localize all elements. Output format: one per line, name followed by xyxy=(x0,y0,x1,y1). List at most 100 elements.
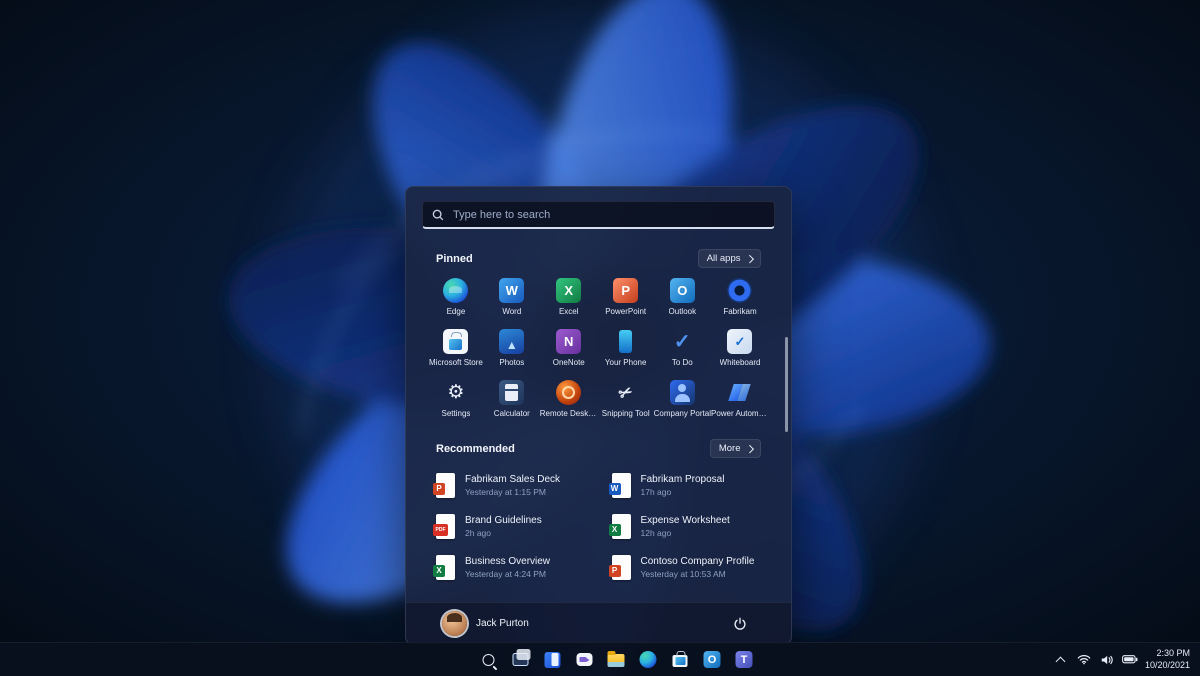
all-apps-button[interactable]: All apps xyxy=(697,249,761,268)
recommended-item-fabrikam-sales-deck[interactable]: Fabrikam Sales DeckYesterday at 1:15 PM xyxy=(428,467,594,503)
file-timestamp: Yesterday at 10:53 AM xyxy=(640,568,726,579)
outlook-button[interactable] xyxy=(699,646,726,673)
start-menu: Pinned All apps Edge Word Excel PowerPoi… xyxy=(405,186,792,645)
pinned-app-excel[interactable]: Excel xyxy=(540,278,598,322)
chat-button[interactable] xyxy=(571,646,598,673)
teams-button[interactable] xyxy=(731,646,758,673)
pinned-app-power-automate[interactable]: Power Automate xyxy=(711,380,769,424)
pinned-apps-grid: Edge Word Excel PowerPoint Outlook Fabri… xyxy=(428,278,769,424)
file-title: Brand Guidelines xyxy=(465,514,542,526)
widgets-button[interactable] xyxy=(539,646,566,673)
to-do-icon xyxy=(670,329,695,354)
powerpoint-file-icon xyxy=(433,472,455,498)
word-file-icon xyxy=(608,472,631,498)
excel-file-icon xyxy=(608,513,631,539)
settings-icon xyxy=(443,380,468,405)
widgets-icon xyxy=(544,651,560,668)
recommended-item-brand-guidelines[interactable]: Brand Guidelines2h ago xyxy=(428,508,594,544)
edge-icon xyxy=(639,651,657,668)
volume-icon xyxy=(1101,655,1113,664)
chevron-right-icon xyxy=(745,444,754,453)
microsoft-store-button[interactable] xyxy=(667,646,694,673)
pinned-app-powerpoint[interactable]: PowerPoint xyxy=(598,278,654,322)
scrollbar-thumb[interactable] xyxy=(785,337,788,432)
pinned-app-to-do[interactable]: To Do xyxy=(654,329,711,373)
search-icon xyxy=(482,653,494,666)
excel-file-icon xyxy=(433,554,455,580)
pinned-app-your-phone[interactable]: Your Phone xyxy=(598,329,654,373)
pinned-app-word[interactable]: Word xyxy=(484,278,540,322)
app-label: Your Phone xyxy=(604,358,647,367)
file-explorer-button[interactable] xyxy=(603,646,630,673)
file-timestamp: 2h ago xyxy=(465,527,491,538)
recommended-item-expense-worksheet[interactable]: Expense Worksheet12h ago xyxy=(604,508,770,544)
pinned-app-company-portal[interactable]: Company Portal xyxy=(654,380,711,424)
search-input[interactable] xyxy=(451,207,765,222)
edge-button[interactable] xyxy=(635,646,662,673)
microsoft-store-icon xyxy=(443,329,469,354)
excel-icon xyxy=(556,278,582,303)
pinned-app-outlook[interactable]: Outlook xyxy=(654,278,711,322)
company-portal-icon xyxy=(669,380,695,405)
recommended-title: Recommended xyxy=(436,442,515,455)
recommended-item-business-overview[interactable]: Business OverviewYesterday at 4:24 PM xyxy=(428,549,594,585)
taskbar-search-button[interactable] xyxy=(475,646,502,673)
recommended-item-contoso-company-profile[interactable]: Contoso Company ProfileYesterday at 10:5… xyxy=(604,549,770,585)
pinned-title: Pinned xyxy=(436,252,473,265)
remote-desktop-icon xyxy=(556,380,582,405)
clock-time: 2:30 PM xyxy=(1156,647,1190,658)
file-title: Fabrikam Sales Deck xyxy=(465,473,561,485)
app-label: Microsoft Store xyxy=(429,358,483,367)
app-label: OneNote xyxy=(552,358,585,367)
app-label: Excel xyxy=(558,307,579,316)
microsoft-store-icon xyxy=(672,651,688,667)
pinned-app-edge[interactable]: Edge xyxy=(428,278,484,322)
taskbar: 2:30 PM 10/20/2021 xyxy=(0,642,1200,676)
pinned-app-settings[interactable]: Settings xyxy=(428,380,484,424)
search-box[interactable] xyxy=(422,201,775,229)
app-label: Whiteboard xyxy=(719,358,761,367)
app-label: To Do xyxy=(671,358,693,367)
more-button[interactable]: More xyxy=(709,439,761,458)
pinned-app-calculator[interactable]: Calculator xyxy=(484,380,540,424)
pinned-app-whiteboard[interactable]: Whiteboard xyxy=(711,329,769,373)
wifi-button[interactable] xyxy=(1076,649,1092,671)
all-apps-label: All apps xyxy=(706,253,741,264)
more-label: More xyxy=(718,443,741,454)
app-label: Photos xyxy=(499,358,525,367)
chat-icon xyxy=(576,653,592,666)
user-profile-button[interactable]: Jack Purton xyxy=(442,611,529,636)
start-icon xyxy=(446,650,466,670)
power-button[interactable] xyxy=(727,611,753,637)
pinned-app-onenote[interactable]: OneNote xyxy=(540,329,598,373)
battery-icon xyxy=(1122,655,1138,664)
onenote-icon xyxy=(556,329,582,354)
pinned-app-remote-desktop[interactable]: Remote Desktop xyxy=(540,380,598,424)
photos-icon xyxy=(499,329,525,354)
file-timestamp: 12h ago xyxy=(640,527,672,538)
powerpoint-file-icon xyxy=(608,554,631,580)
app-label: Company Portal xyxy=(653,409,711,418)
recommended-item-fabrikam-proposal[interactable]: Fabrikam Proposal17h ago xyxy=(604,467,770,503)
volume-button[interactable] xyxy=(1099,649,1115,671)
taskbar-clock[interactable]: 2:30 PM 10/20/2021 xyxy=(1145,648,1194,671)
pinned-app-snipping-tool[interactable]: Snipping Tool xyxy=(598,380,654,424)
task-view-icon xyxy=(512,649,530,666)
file-title: Business Overview xyxy=(465,555,551,567)
pinned-app-photos[interactable]: Photos xyxy=(484,329,540,373)
app-label: Remote Desktop xyxy=(539,409,598,418)
word-icon xyxy=(499,278,525,303)
pinned-app-fabrikam[interactable]: Fabrikam xyxy=(711,278,769,322)
fabrikam-icon xyxy=(727,278,753,303)
wifi-icon xyxy=(1077,655,1091,665)
pinned-app-microsoft-store[interactable]: Microsoft Store xyxy=(428,329,484,373)
desktop: { "colors": { "accent": "#4cc2ff", "menu… xyxy=(0,0,1200,676)
app-label: Power Automate xyxy=(710,409,769,418)
teams-icon xyxy=(735,651,753,668)
battery-button[interactable] xyxy=(1122,649,1138,671)
user-name: Jack Purton xyxy=(476,618,529,629)
start-button[interactable] xyxy=(443,646,470,673)
task-view-button[interactable] xyxy=(507,646,534,673)
tray-overflow-button[interactable] xyxy=(1053,649,1069,671)
start-menu-footer: Jack Purton xyxy=(406,602,791,644)
